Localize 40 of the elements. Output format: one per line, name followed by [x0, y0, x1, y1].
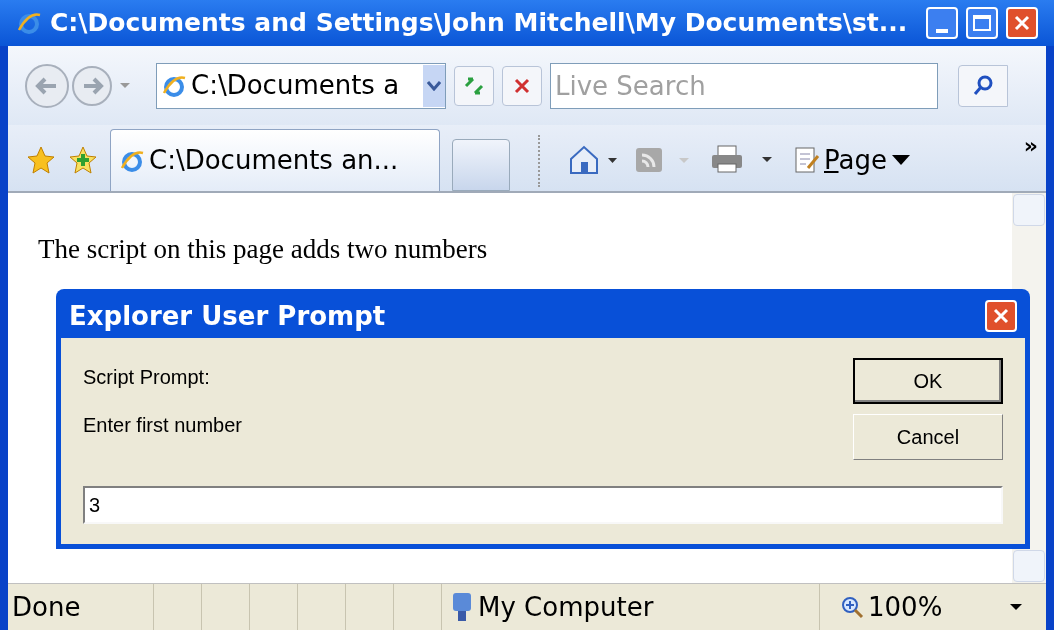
page-menu[interactable]: Page — [794, 140, 911, 180]
home-icon[interactable] — [568, 144, 618, 176]
input-field[interactable]: 3 — [83, 486, 1003, 524]
caret-icon[interactable] — [1010, 603, 1022, 611]
stop-icon — [513, 76, 531, 95]
window-title: C:\Documents and Settings\John Mitchell\My Documents\st... — [50, 7, 909, 40]
prompt-label: Script Prompt: — [83, 365, 211, 390]
zoom-level[interactable]: 100% — [868, 587, 943, 627]
page-text: The script on this page adds two numbers — [38, 233, 489, 266]
zoom-icon[interactable] — [840, 595, 864, 619]
zone-text: My Computer — [478, 590, 654, 624]
refresh-icon — [463, 75, 485, 96]
close-icon — [992, 307, 1010, 325]
add-favorite-icon[interactable] — [68, 145, 98, 175]
dialog-button[interactable]: OK — [853, 358, 1003, 404]
caret-icon — [890, 154, 911, 166]
dropdown-button[interactable] — [423, 64, 445, 107]
dialog-button[interactable]: Cancel — [853, 414, 1003, 460]
prompt-message: Enter first number — [83, 413, 243, 438]
stop-button[interactable] — [502, 65, 542, 106]
close-icon — [1013, 14, 1031, 32]
browser-tab[interactable]: C:\Documents an... — [110, 129, 440, 191]
computer-icon — [450, 591, 474, 623]
address-bar[interactable]: C:\Documents a — [156, 62, 446, 109]
chevron-down-icon — [427, 80, 441, 91]
search-button[interactable] — [958, 64, 1008, 107]
dialog-title: Explorer User Prompt — [69, 299, 387, 333]
page-icon — [794, 146, 820, 174]
minimize-button[interactable] — [926, 7, 958, 39]
close-button[interactable] — [1006, 7, 1038, 39]
refresh-button[interactable] — [454, 65, 494, 106]
close-button[interactable] — [985, 300, 1017, 332]
search-icon — [971, 73, 995, 98]
ie-logo-icon — [16, 10, 42, 36]
overflow-chevron[interactable]: » — [1023, 129, 1038, 162]
new-tab-button[interactable] — [452, 139, 510, 191]
favorites-star-icon[interactable] — [26, 145, 56, 175]
status-text: Done — [11, 590, 82, 624]
maximize-button[interactable] — [966, 7, 998, 39]
search-field[interactable]: Live Search — [550, 62, 938, 109]
